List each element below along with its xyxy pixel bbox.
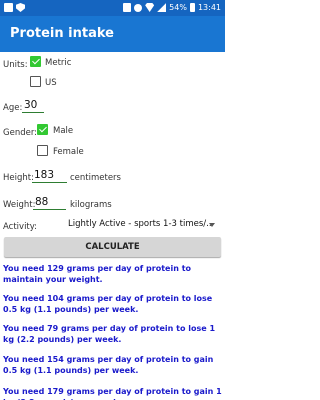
units-label: Units:: [3, 60, 28, 70]
height-input[interactable]: 183: [32, 169, 67, 183]
age-input[interactable]: 30: [22, 99, 44, 113]
metric-checkbox[interactable]: [30, 56, 41, 67]
battery-icon: [189, 3, 195, 12]
result-maintain: You need 129 grams per day of protein to…: [3, 264, 192, 284]
female-checkbox[interactable]: [37, 145, 48, 156]
metric-option-label[interactable]: Metric: [45, 58, 71, 68]
result-lose-half-kg: You need 104 grams per day of protein to…: [3, 294, 213, 314]
app-title: Protein intake: [10, 26, 114, 41]
us-checkbox[interactable]: [30, 76, 41, 87]
activity-label: Activity:: [3, 222, 38, 232]
male-checkbox[interactable]: [37, 124, 48, 135]
mute-icon: [134, 3, 143, 12]
signal-icon: [157, 3, 167, 12]
result-gain-half-kg: You need 154 grams per day of protein to…: [3, 355, 214, 375]
vibrate-icon: [123, 3, 132, 12]
weight-unit: kilograms: [70, 200, 112, 210]
weight-input[interactable]: 88: [33, 196, 66, 210]
female-option-label[interactable]: Female: [53, 147, 84, 157]
battery-percent: 54%: [169, 3, 187, 12]
us-option-label[interactable]: US: [45, 78, 57, 88]
age-label: Age:: [3, 103, 23, 113]
weight-label: Weight:: [3, 200, 36, 210]
activity-dropdown[interactable]: Lightly Active - sports 1-3 times/..: [66, 219, 218, 233]
calculate-button[interactable]: CALCULATE: [4, 237, 221, 257]
wifi-icon: [145, 3, 155, 12]
clock: 13:41: [197, 3, 221, 12]
app-bar: Protein intake: [0, 16, 225, 52]
image-notification-icon: [4, 3, 13, 12]
activity-selected-value: Lightly Active - sports 1-3 times/..: [68, 219, 212, 229]
status-bar: 54% 13:41: [0, 0, 225, 16]
male-option-label[interactable]: Male: [53, 126, 73, 136]
shield-notification-icon: [16, 3, 25, 12]
result-gain-one-kg: You need 179 grams per day of protein to…: [3, 387, 222, 400]
dropdown-arrow-icon: [209, 223, 215, 227]
result-lose-one-kg: You need 79 grams per day of protein to …: [3, 324, 216, 344]
height-label: Height:: [3, 173, 34, 183]
height-unit: centimeters: [70, 173, 121, 183]
gender-label: Gender:: [3, 128, 38, 138]
